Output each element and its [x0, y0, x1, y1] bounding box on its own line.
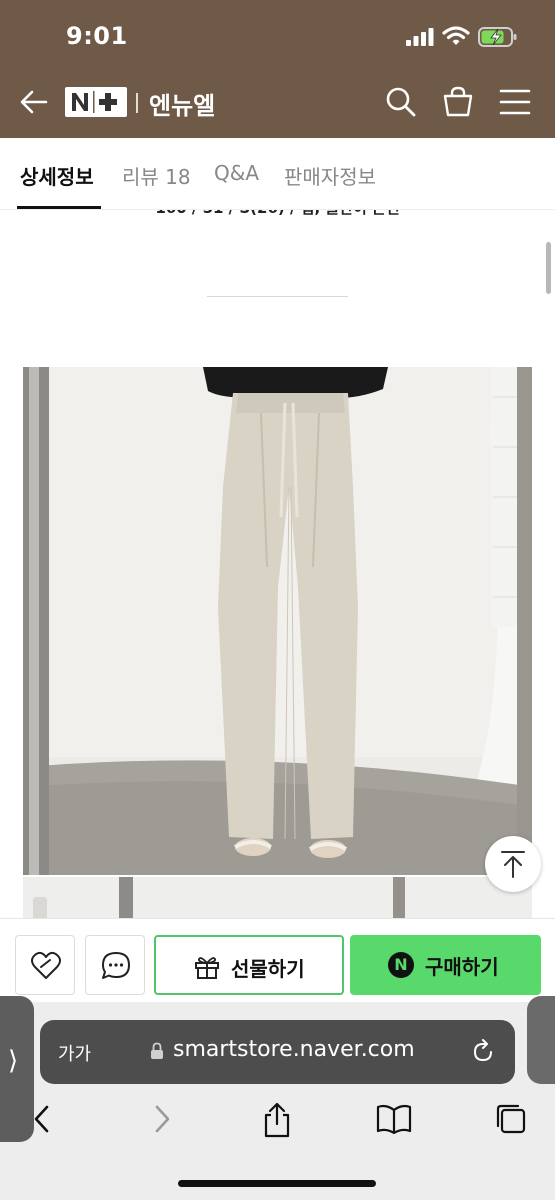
browser-toolbar: ⟩ 가가 smartstore.naver.com — [0, 996, 555, 1200]
hamburger-menu-icon[interactable] — [499, 87, 531, 117]
gift-button-label: 선물하기 — [231, 957, 305, 981]
lock-icon — [151, 1042, 163, 1059]
chat-bubble-icon — [102, 952, 130, 979]
cellular-signal-icon — [406, 28, 434, 46]
bookmarks-book-icon[interactable] — [376, 1102, 412, 1136]
wifi-icon — [442, 26, 470, 45]
buy-button[interactable]: N 구매하기 — [350, 935, 541, 995]
product-photo — [23, 367, 532, 875]
tab-qna[interactable]: Q&A — [214, 161, 259, 185]
previous-tab-handle[interactable]: ⟩ — [0, 996, 34, 1142]
scroll-to-top-button[interactable] — [485, 836, 541, 892]
model-size-text: 160 / 51 / S(26) / 컵, 골반이 큰편 — [0, 210, 555, 218]
buy-button-label: 구매하기 — [425, 955, 499, 979]
purchase-action-bar: 선물하기 N 구매하기 — [0, 918, 555, 1002]
heart-zzim-icon — [31, 951, 61, 979]
url-text[interactable]: smartstore.naver.com — [173, 1037, 415, 1062]
back-arrow-icon[interactable] — [18, 86, 50, 118]
brand-separator — [136, 93, 138, 113]
battery-charging-icon — [478, 27, 517, 47]
status-bar: 9:01 — [0, 0, 555, 72]
section-divider — [207, 296, 348, 297]
arrow-up-to-top-icon — [501, 851, 525, 878]
page-scrollbar[interactable] — [546, 242, 551, 294]
home-indicator — [178, 1180, 376, 1187]
tab-details[interactable]: 상세정보 — [20, 161, 94, 190]
product-detail-content[interactable]: 160 / 51 / S(26) / 컵, 골반이 큰편 — [0, 210, 555, 918]
store-header: 엔뉴엘 — [0, 72, 555, 138]
tabs-overview-icon[interactable] — [494, 1102, 528, 1136]
next-tab-handle[interactable] — [527, 996, 555, 1084]
reload-icon[interactable] — [470, 1039, 496, 1065]
browser-back-icon[interactable] — [30, 1102, 54, 1136]
talk-talk-chat-button[interactable] — [85, 935, 145, 995]
active-tab-indicator — [17, 206, 101, 209]
gift-button[interactable]: 선물하기 — [154, 935, 344, 995]
product-photo-secondary — [23, 877, 532, 918]
browser-forward-icon[interactable] — [150, 1102, 174, 1136]
text-size-button[interactable]: 가가 — [58, 1040, 91, 1066]
store-name[interactable]: 엔뉴엘 — [149, 86, 215, 121]
share-icon[interactable] — [262, 1102, 292, 1138]
search-icon[interactable] — [385, 86, 417, 118]
address-bar[interactable]: 가가 smartstore.naver.com — [40, 1020, 515, 1084]
chevron-right-icon: ⟩ — [8, 1046, 19, 1076]
tab-seller-info[interactable]: 판매자정보 — [284, 161, 376, 190]
product-tabs: 상세정보 리뷰 18 Q&A 판매자정보 — [0, 138, 555, 210]
shopping-bag-icon[interactable] — [441, 84, 475, 118]
wishlist-button[interactable] — [15, 935, 75, 995]
status-time: 9:01 — [66, 22, 128, 50]
tab-reviews[interactable]: 리뷰 18 — [122, 161, 191, 190]
gift-box-icon — [195, 957, 219, 979]
naver-pay-n-icon: N — [388, 952, 414, 978]
app-topbar: 9:01 엔뉴엘 — [0, 0, 555, 138]
naver-plus-logo[interactable] — [65, 87, 127, 117]
